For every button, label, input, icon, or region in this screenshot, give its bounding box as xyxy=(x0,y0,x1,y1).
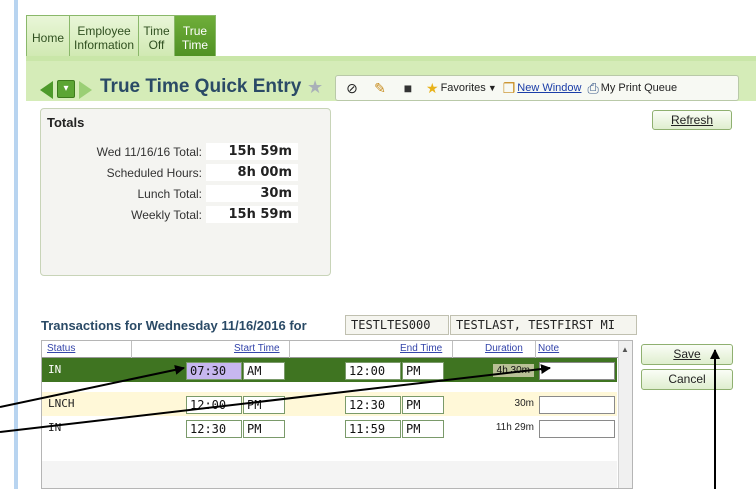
new-window-icon: ❐ xyxy=(502,79,516,96)
clock-icon[interactable]: ⊘ xyxy=(342,79,362,97)
totals-row: Weekly Total: 15h 59m xyxy=(41,206,332,224)
start-time-input[interactable]: 12:30 xyxy=(186,420,242,438)
star-icon: ★ xyxy=(426,79,439,96)
tab-employee-line2: Information xyxy=(73,37,135,52)
row-duration: 30m xyxy=(514,398,534,409)
end-time-input[interactable]: 12:00 xyxy=(345,362,401,380)
tab-employee-line1: Employee xyxy=(77,23,131,38)
scroll-up-icon[interactable]: ▲ xyxy=(621,345,629,354)
favorites-label: Favorites xyxy=(440,82,486,94)
start-time-input[interactable]: 07:30 xyxy=(186,362,242,380)
column-divider xyxy=(535,341,536,358)
tab-true-time-line2: Time xyxy=(181,37,209,52)
row-duration: 4h 30m xyxy=(492,364,534,377)
save-button[interactable]: Save xyxy=(641,344,733,365)
totals-label: Lunch Total: xyxy=(137,187,203,201)
employee-id-field: TESTLTES000 xyxy=(345,315,449,335)
note-input[interactable] xyxy=(539,420,615,438)
column-header-end-time[interactable]: End Time xyxy=(400,343,442,354)
favorite-star-icon[interactable]: ★ xyxy=(307,77,323,98)
totals-row: Wed 11/16/16 Total: 15h 59m xyxy=(41,143,332,161)
column-divider xyxy=(452,341,453,358)
row-duration: 11h 29m xyxy=(495,422,534,433)
start-ampm-input[interactable]: PM xyxy=(243,396,285,414)
column-header-status[interactable]: Status xyxy=(47,343,75,354)
tab-employee-information[interactable]: Employee Information xyxy=(69,15,139,59)
new-window-link[interactable]: ❐ New Window xyxy=(503,80,582,97)
grid-header: Status Start Time End Time Duration Note xyxy=(42,341,632,358)
column-header-note[interactable]: Note xyxy=(538,343,559,354)
new-window-label: New Window xyxy=(517,82,582,94)
table-row[interactable]: IN 07:30 AM 12:00 PM 4h 30m xyxy=(42,358,617,382)
end-ampm-input[interactable]: PM xyxy=(402,396,444,414)
totals-value: 30m xyxy=(206,185,298,202)
grid-empty-area xyxy=(42,461,617,488)
note-input[interactable] xyxy=(539,396,615,414)
tab-time-off-line1: Time xyxy=(143,23,170,38)
transactions-heading: Transactions for Wednesday 11/16/2016 fo… xyxy=(41,318,307,333)
favorites-menu[interactable]: ★ Favorites ▼ xyxy=(426,80,497,97)
column-divider xyxy=(289,341,290,358)
print-queue-label: My Print Queue xyxy=(600,82,678,94)
grid-scrollbar[interactable]: ▲ xyxy=(618,341,632,488)
start-time-input[interactable]: 12:00 xyxy=(186,396,242,414)
nav-dropdown-icon[interactable]: ▾ xyxy=(57,80,75,98)
totals-label: Wed 11/16/16 Total: xyxy=(96,145,202,159)
row-status: LNCH xyxy=(48,397,75,410)
print-queue-link[interactable]: ⎙ My Print Queue xyxy=(587,80,677,97)
toolbar: ⊘ ✎ ■ ★ Favorites ▼ ❐ New Window ⎙ My Pr… xyxy=(335,75,739,101)
tab-true-time[interactable]: True Time xyxy=(174,15,216,59)
table-row[interactable]: LNCH 12:00 PM 12:30 PM 30m xyxy=(42,392,617,416)
row-status: IN xyxy=(48,363,62,376)
totals-value: 15h 59m xyxy=(206,143,298,160)
printer-icon: ⎙ xyxy=(587,79,599,96)
column-header-start-time[interactable]: Start Time xyxy=(234,343,280,354)
camera-icon[interactable]: ■ xyxy=(398,79,418,97)
totals-value: 8h 00m xyxy=(206,164,298,181)
totals-title: Totals xyxy=(47,115,85,130)
save-label: Save xyxy=(673,347,701,361)
totals-label: Scheduled Hours: xyxy=(106,166,202,180)
totals-value: 15h 59m xyxy=(206,206,298,223)
column-divider xyxy=(131,341,132,358)
forward-arrow-icon[interactable] xyxy=(79,81,92,99)
totals-row: Scheduled Hours: 8h 00m xyxy=(41,164,332,182)
totals-label: Weekly Total: xyxy=(131,208,202,222)
edit-note-icon[interactable]: ✎ xyxy=(370,79,390,97)
end-time-input[interactable]: 12:30 xyxy=(345,396,401,414)
tab-time-off-line2: Off xyxy=(148,37,165,52)
cancel-label: Cancel xyxy=(668,372,706,386)
note-input[interactable] xyxy=(539,362,615,380)
column-header-duration[interactable]: Duration xyxy=(485,343,523,354)
end-ampm-input[interactable]: PM xyxy=(402,362,444,380)
refresh-label: Refresh xyxy=(670,113,714,127)
start-ampm-input[interactable]: PM xyxy=(243,420,285,438)
start-ampm-input[interactable]: AM xyxy=(243,362,285,380)
chevron-down-icon: ▼ xyxy=(487,83,497,93)
tab-home[interactable]: Home xyxy=(26,15,70,59)
end-time-input[interactable]: 11:59 xyxy=(345,420,401,438)
row-status: IN xyxy=(48,421,62,434)
table-row[interactable]: IN 12:30 PM 11:59 PM 11h 29m xyxy=(42,416,617,440)
refresh-button[interactable]: Refresh xyxy=(652,110,732,130)
tab-true-time-line1: True xyxy=(182,23,208,38)
cancel-button[interactable]: Cancel xyxy=(641,369,733,390)
tab-time-off[interactable]: Time Off xyxy=(138,15,175,59)
tab-bar: Home Employee Information Time Off True … xyxy=(26,15,216,59)
back-arrow-icon[interactable] xyxy=(40,81,53,99)
totals-panel: Totals Wed 11/16/16 Total: 15h 59m Sched… xyxy=(40,108,331,276)
tab-home-label: Home xyxy=(32,30,65,45)
totals-row: Lunch Total: 30m xyxy=(41,185,332,203)
transactions-grid: Status Start Time End Time Duration Note… xyxy=(41,340,633,489)
employee-name-field: TESTLAST, TESTFIRST MI xyxy=(450,315,637,335)
page-title: True Time Quick Entry xyxy=(100,76,302,97)
end-ampm-input[interactable]: PM xyxy=(402,420,444,438)
